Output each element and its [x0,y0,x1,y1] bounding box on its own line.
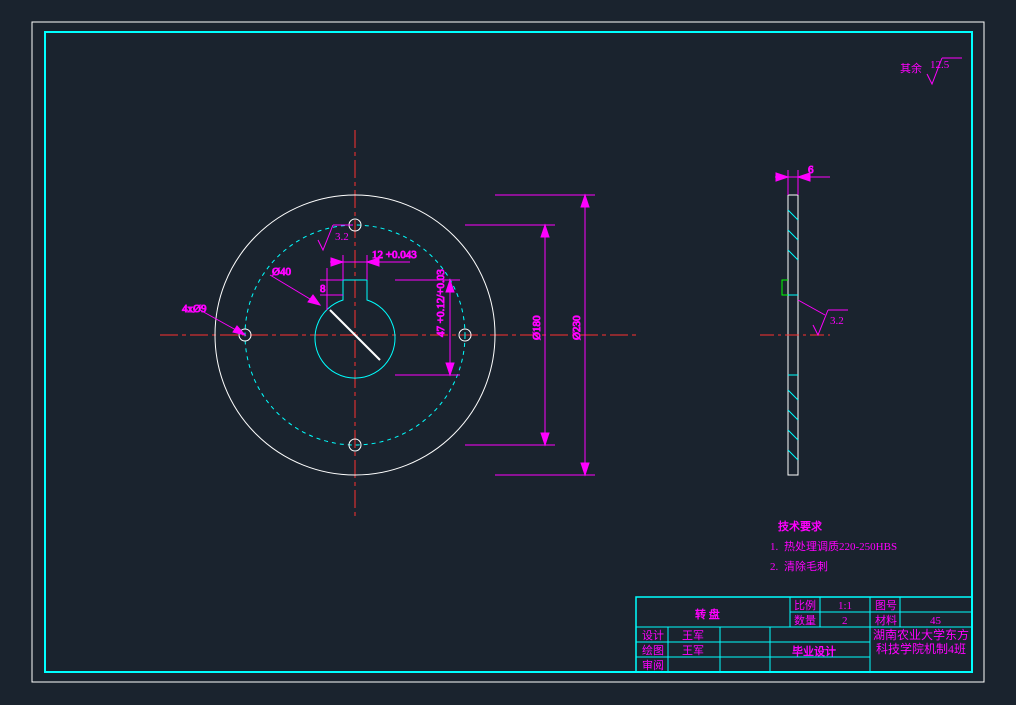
finish-side: 3.2 [798,300,848,335]
tech-title: 技术要求 [778,519,823,533]
tech-line1-txt: 热处理调质220-250HBS [784,540,897,553]
dim-pcd: Ø180 [465,225,555,445]
material-value: 45 [930,615,942,627]
qty-value: 2 [842,615,848,627]
finish-top-text: 3.2 [335,231,349,243]
dim-key-width-text: 12 +0.043 [372,249,417,261]
drawn-name: 王军 [682,644,704,657]
title-block: 转 盘 比例 1:1 图号 数量 2 材料 45 设计 王军 绘图 王军 审阅 … [636,597,972,672]
general-surface-finish: 其余 12.5 [900,58,962,84]
finish-side-text: 3.2 [830,315,844,327]
school: 湖南农业大学东方科技学院机制4班 [872,628,970,656]
tech-line2-txt: 清除毛刺 [784,559,828,573]
dim-bore-tol: 47 +0.12/+0.03 [395,269,460,375]
dim-holes-text: 4xØ9 [182,303,207,315]
drawn-label: 绘图 [642,643,664,657]
dim-holes: 4xØ9 [182,303,245,335]
project: 毕业设计 [792,644,836,658]
side-view: 6 3.2 [760,164,848,475]
finish-top: 3.2 [318,225,353,250]
tech-line1-no: 1. [770,541,779,553]
front-view: Ø230 Ø180 47 +0.12/+0.03 12 +0.0 [160,130,640,520]
scale-label: 比例 [794,598,816,612]
surface-note-value: 12.5 [930,59,950,71]
dim-bore-dia: Ø40 [270,266,320,305]
dim-thickness: 6 [775,164,830,195]
material-label: 材料 [875,613,897,627]
technical-requirements: 技术要求 1. 热处理调质220-250HBS 2. 清除毛刺 [770,519,897,573]
keyway-notch [782,280,788,295]
drawing-no-label: 图号 [875,599,897,612]
cad-drawing: Ø230 Ø180 47 +0.12/+0.03 12 +0.0 [0,0,1016,705]
dim-key-height: 8 [320,268,343,310]
dim-key-width: 12 +0.043 [330,249,417,280]
qty-label: 数量 [794,614,816,627]
part-name: 转 盘 [695,607,720,621]
tech-line2-no: 2. [770,561,779,573]
surface-note-label: 其余 [900,61,922,75]
dim-outer-dia-text: Ø230 [571,315,583,340]
dim-bore-dia-text: Ø40 [272,266,291,278]
design-name: 王军 [682,629,704,642]
sheet-outer-frame [32,22,984,682]
dim-thickness-text: 6 [808,164,814,176]
design-label: 设计 [642,629,664,642]
sheet-inner-frame [45,32,972,672]
dim-key-height-text: 8 [320,283,326,295]
check-label: 审阅 [642,658,664,672]
scale-value: 1:1 [838,600,852,612]
dim-bore-tol-text: 47 +0.12/+0.03 [435,269,447,337]
dim-pcd-text: Ø180 [531,315,543,340]
